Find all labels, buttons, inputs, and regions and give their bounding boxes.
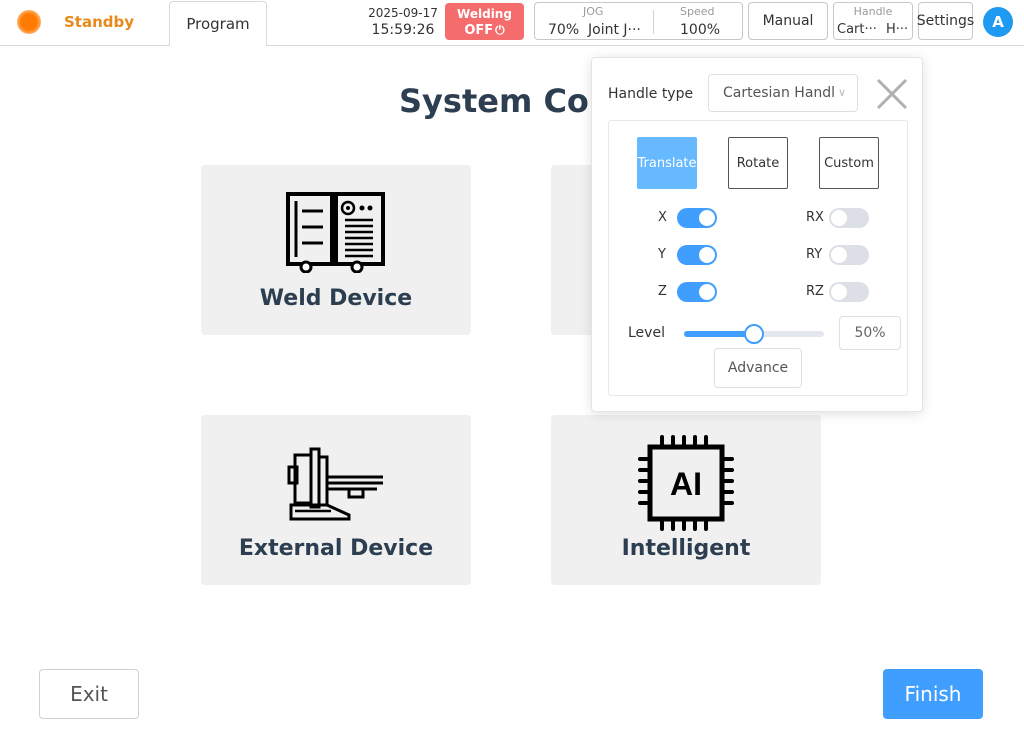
axis-ry-switch[interactable]: [829, 245, 869, 265]
advance-button[interactable]: Advance: [714, 348, 802, 388]
welding-state: OFF: [464, 23, 494, 38]
speed-caption: Speed: [680, 5, 715, 18]
mode-custom-button[interactable]: Custom: [819, 137, 879, 189]
axis-label-rz: RZ: [806, 284, 824, 299]
card-external-device[interactable]: External Device: [201, 415, 471, 585]
speed-value: 100%: [680, 22, 721, 38]
card-intelligent[interactable]: AI Intelligent: [551, 415, 821, 585]
axis-rx-switch[interactable]: [829, 208, 869, 228]
card-weld-device[interactable]: Weld Device: [201, 165, 471, 335]
handle-value-2: H···: [886, 22, 909, 37]
level-value-input[interactable]: 50%: [839, 316, 901, 350]
datetime: 2025-09-17 15:59:26: [366, 5, 440, 39]
welding-toggle-button[interactable]: Welding OFF ⏻: [445, 3, 524, 40]
handle-value-1: Cart···: [837, 22, 877, 37]
card-label-weld-device: Weld Device: [259, 286, 413, 311]
axis-label-y: Y: [658, 247, 666, 262]
power-icon: ⏻: [495, 23, 505, 37]
axis-rz-switch[interactable]: [829, 282, 869, 302]
jog-divider: [653, 10, 654, 34]
handle-type-label: Handle type: [608, 86, 694, 102]
mode-rotate-button[interactable]: Rotate: [728, 137, 788, 189]
card-label-intelligent: Intelligent: [621, 536, 751, 561]
jog-mode: Joint J···: [588, 22, 641, 38]
handle-popover: Handle type Cartesian Handl ∨ Translate …: [591, 57, 923, 412]
level-slider[interactable]: [684, 324, 824, 344]
axis-label-ry: RY: [806, 247, 823, 262]
card-label-external-device: External Device: [238, 536, 434, 561]
handle-settings-panel: Translate Rotate Custom X Y Z RX RY RZ L…: [608, 120, 908, 396]
level-label: Level: [628, 325, 665, 341]
status-indicator-icon: [17, 10, 41, 34]
axis-y-switch[interactable]: [677, 245, 717, 265]
mode-translate-button[interactable]: Translate: [637, 137, 697, 189]
time-text: 15:59:26: [371, 22, 435, 38]
finish-button[interactable]: Finish: [883, 669, 983, 719]
chevron-down-icon: ∨: [835, 75, 849, 111]
handle-caption: Handle: [853, 5, 893, 18]
axis-z-switch[interactable]: [677, 282, 717, 302]
manual-button[interactable]: Manual: [748, 2, 828, 40]
axis-label-rx: RX: [806, 210, 824, 225]
axis-x-switch[interactable]: [677, 208, 717, 228]
jog-speed-panel[interactable]: JOG 70% Joint J··· Speed 100%: [534, 2, 743, 40]
jog-percent: 70%: [548, 22, 580, 38]
external-device-icon: [287, 447, 383, 521]
avatar[interactable]: A: [983, 7, 1013, 37]
status-text: Standby: [64, 13, 135, 31]
axis-label-z: Z: [658, 284, 667, 299]
settings-button[interactable]: Settings: [917, 2, 974, 40]
axis-label-x: X: [658, 210, 667, 225]
handle-type-select[interactable]: Cartesian Handl ∨: [708, 74, 858, 112]
jog-caption: JOG: [583, 5, 604, 18]
top-bar: Standby Program 2025-09-17 15:59:26 Weld…: [0, 0, 1024, 46]
weld-device-icon: [286, 192, 385, 273]
level-slider-handle[interactable]: [744, 324, 764, 344]
welding-label: Welding: [457, 7, 512, 21]
date-text: 2025-09-17: [368, 6, 438, 20]
ai-chip-icon: AI: [638, 435, 734, 531]
handle-button[interactable]: Handle Cart··· H···: [833, 2, 913, 40]
close-icon[interactable]: [875, 77, 909, 111]
tab-program[interactable]: Program: [169, 1, 267, 46]
exit-button[interactable]: Exit: [39, 669, 139, 719]
ai-chip-text: AI: [670, 466, 702, 502]
handle-type-value: Cartesian Handl: [723, 85, 836, 101]
